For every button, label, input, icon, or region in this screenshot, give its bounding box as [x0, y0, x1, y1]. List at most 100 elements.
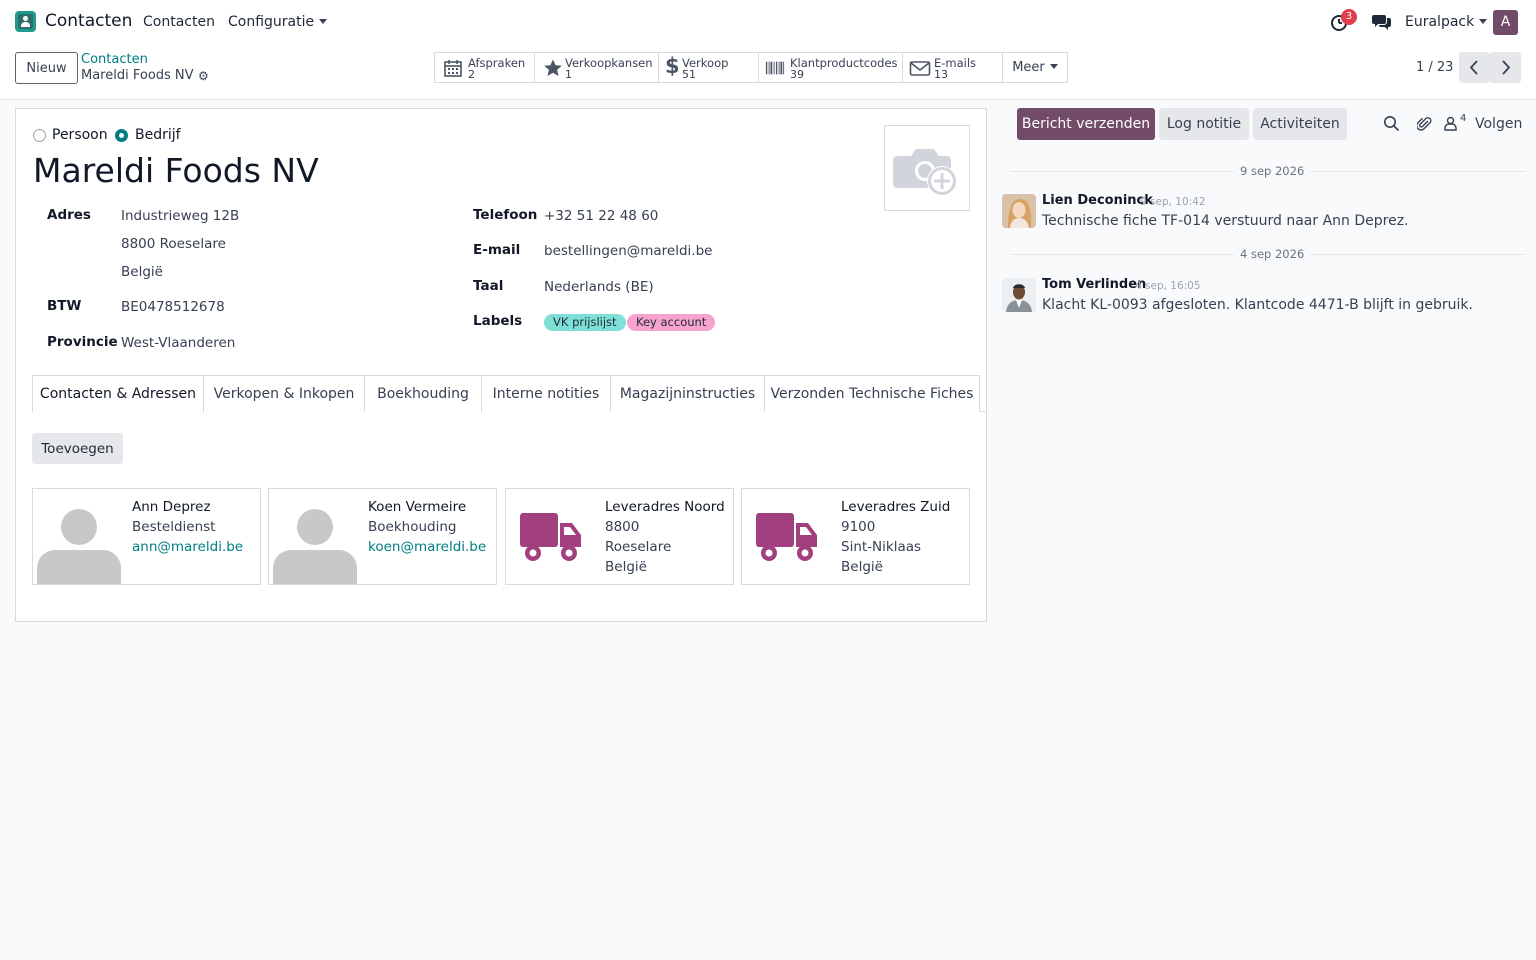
tab-verkopen-inkopen[interactable]: Verkopen & Inkopen — [204, 375, 365, 412]
smart-button-klantproductcodes[interactable]: Klantproductcodes 39 — [758, 52, 903, 83]
message-body: Klacht KL-0093 afgesloten. Klantcode 447… — [1042, 297, 1473, 313]
contact-card[interactable]: Ann Deprez Besteldienst ann@mareldi.be — [32, 488, 261, 585]
breadcrumb-parent[interactable]: Contacten — [81, 52, 148, 67]
contacts-app-icon[interactable] — [15, 11, 36, 32]
app-name[interactable]: Contacten — [45, 11, 132, 31]
log-note-button[interactable]: Log notitie — [1159, 108, 1249, 140]
smart-count: 51 — [682, 68, 696, 81]
smart-count: 39 — [790, 68, 804, 81]
phone-value[interactable]: +32 51 22 48 60 — [544, 208, 658, 224]
card-name: Leveradres Zuid — [841, 499, 951, 515]
company-switcher[interactable]: Euralpack — [1405, 14, 1488, 30]
more-label: Meer — [1012, 60, 1045, 75]
tab-boekhouding[interactable]: Boekhouding — [365, 375, 482, 412]
avatar-photo — [1002, 278, 1036, 312]
truck-icon — [756, 513, 817, 561]
date-separator-label: 4 sep 2026 — [1234, 247, 1311, 261]
radio-bedrijf[interactable] — [115, 129, 128, 142]
breadcrumb-current: Mareldi Foods NV — [81, 68, 194, 83]
pager-next-button[interactable] — [1490, 52, 1521, 83]
tab-contacten-adressen[interactable]: Contacten & Adressen — [32, 375, 204, 413]
send-message-button[interactable]: Bericht verzenden — [1017, 108, 1155, 140]
card-zip: 8800 — [605, 519, 640, 535]
caret-down-icon — [319, 19, 328, 24]
author-avatar[interactable] — [1002, 278, 1036, 312]
address-line2[interactable]: 8800 Roeselare — [121, 236, 226, 252]
activities-button[interactable]: Activiteiten — [1253, 108, 1347, 140]
activity-badge: 3 — [1341, 9, 1357, 25]
caret-down-icon — [1049, 64, 1058, 69]
label-telefoon: Telefoon — [473, 207, 538, 223]
new-button[interactable]: Nieuw — [15, 52, 78, 84]
user-followers-icon[interactable] — [1444, 116, 1457, 131]
card-function: Besteldienst — [132, 519, 216, 535]
card-email[interactable]: ann@mareldi.be — [132, 539, 243, 555]
search-icon[interactable] — [1383, 115, 1400, 132]
chat-bubbles-icon[interactable] — [1372, 13, 1392, 35]
smart-button-afspraken[interactable]: Afspraken 2 — [434, 52, 535, 83]
address-country[interactable]: België — [121, 264, 163, 280]
smart-button-verkoopkansen[interactable]: Verkoopkansen 1 — [534, 52, 659, 83]
label-btw: BTW — [47, 298, 82, 314]
follow-button[interactable]: Volgen — [1475, 116, 1522, 132]
person-placeholder-icon — [37, 509, 121, 584]
envelope-icon — [909, 61, 931, 76]
smart-button-verkoop[interactable]: $ Verkoop 51 — [658, 52, 759, 83]
camera-plus-icon — [893, 149, 957, 196]
paperclip-icon[interactable] — [1417, 115, 1432, 132]
card-name: Leveradres Noord — [605, 499, 725, 515]
contact-card[interactable]: Koen Vermeire Boekhouding koen@mareldi.b… — [268, 488, 497, 585]
gear-icon[interactable]: ⚙ — [198, 69, 209, 83]
author-avatar[interactable] — [1002, 194, 1036, 228]
menu-contacten[interactable]: Contacten — [143, 14, 215, 30]
radio-persoon[interactable] — [33, 129, 46, 142]
message-author[interactable]: Tom Verlinden — [1042, 277, 1146, 292]
caret-down-icon — [1479, 19, 1488, 24]
label-taal: Taal — [473, 278, 504, 294]
user-avatar[interactable]: A — [1493, 10, 1518, 35]
menu-configuratie[interactable]: Configuratie — [228, 14, 328, 30]
label-provincie: Provincie — [47, 334, 118, 350]
partner-image-upload[interactable] — [884, 125, 970, 211]
tag-vk-prijslijst[interactable]: VK prijslijst — [544, 314, 626, 331]
contact-card[interactable]: Leveradres Zuid 9100 Sint-Niklaas België — [741, 488, 970, 585]
smart-count: 1 — [565, 68, 572, 81]
message-body: Technische fiche TF-014 verstuurd naar A… — [1042, 213, 1409, 229]
card-email[interactable]: koen@mareldi.be — [368, 539, 486, 555]
tag-key-account[interactable]: Key account — [627, 314, 716, 331]
add-contact-button[interactable]: Toevoegen — [32, 433, 123, 464]
smart-button-emails[interactable]: E-mails 13 — [902, 52, 1003, 83]
radio-bedrijf-label[interactable]: Bedrijf — [135, 127, 181, 143]
smart-label: Afspraken — [468, 56, 526, 70]
card-zip: 9100 — [841, 519, 876, 535]
tab-interne-notities[interactable]: Interne notities — [482, 375, 611, 412]
barcode-icon — [765, 61, 785, 75]
tab-verzonden-technische-fiches[interactable]: Verzonden Technische Fiches — [765, 375, 980, 412]
address-line1[interactable]: Industrieweg 12B — [121, 208, 239, 224]
star-icon — [544, 59, 562, 76]
more-dropdown[interactable]: Meer — [1002, 52, 1068, 83]
partner-name[interactable]: Mareldi Foods NV — [33, 151, 319, 190]
province-value[interactable]: West-Vlaanderen — [121, 335, 235, 351]
pager-value[interactable]: 1 / 23 — [1416, 60, 1453, 75]
card-name: Ann Deprez — [132, 499, 211, 515]
dollar-icon: $ — [665, 54, 680, 78]
label-email: E-mail — [473, 242, 521, 258]
card-function: Boekhouding — [368, 519, 457, 535]
smart-label: Klantproductcodes — [790, 56, 898, 70]
label-adres: Adres — [47, 207, 91, 223]
email-value[interactable]: bestellingen@mareldi.be — [544, 243, 712, 259]
message-time: 9 sep, 10:42 — [1140, 196, 1206, 208]
language-value[interactable]: Nederlands (BE) — [544, 279, 654, 295]
calendar-icon — [444, 60, 462, 77]
contact-card[interactable]: Leveradres Noord 8800 Roeselare België — [505, 488, 734, 585]
pager-previous-button[interactable] — [1459, 52, 1490, 83]
smart-count: 13 — [934, 68, 948, 81]
tab-magazijninstructies[interactable]: Magazijninstructies — [611, 375, 765, 412]
radio-persoon-label[interactable]: Persoon — [52, 127, 108, 143]
message-author[interactable]: Lien Deconinck — [1042, 193, 1153, 208]
card-country: België — [605, 559, 647, 575]
smart-count: 2 — [468, 68, 475, 81]
company-name: Euralpack — [1405, 14, 1475, 30]
vat-value[interactable]: BE0478512678 — [121, 299, 225, 315]
